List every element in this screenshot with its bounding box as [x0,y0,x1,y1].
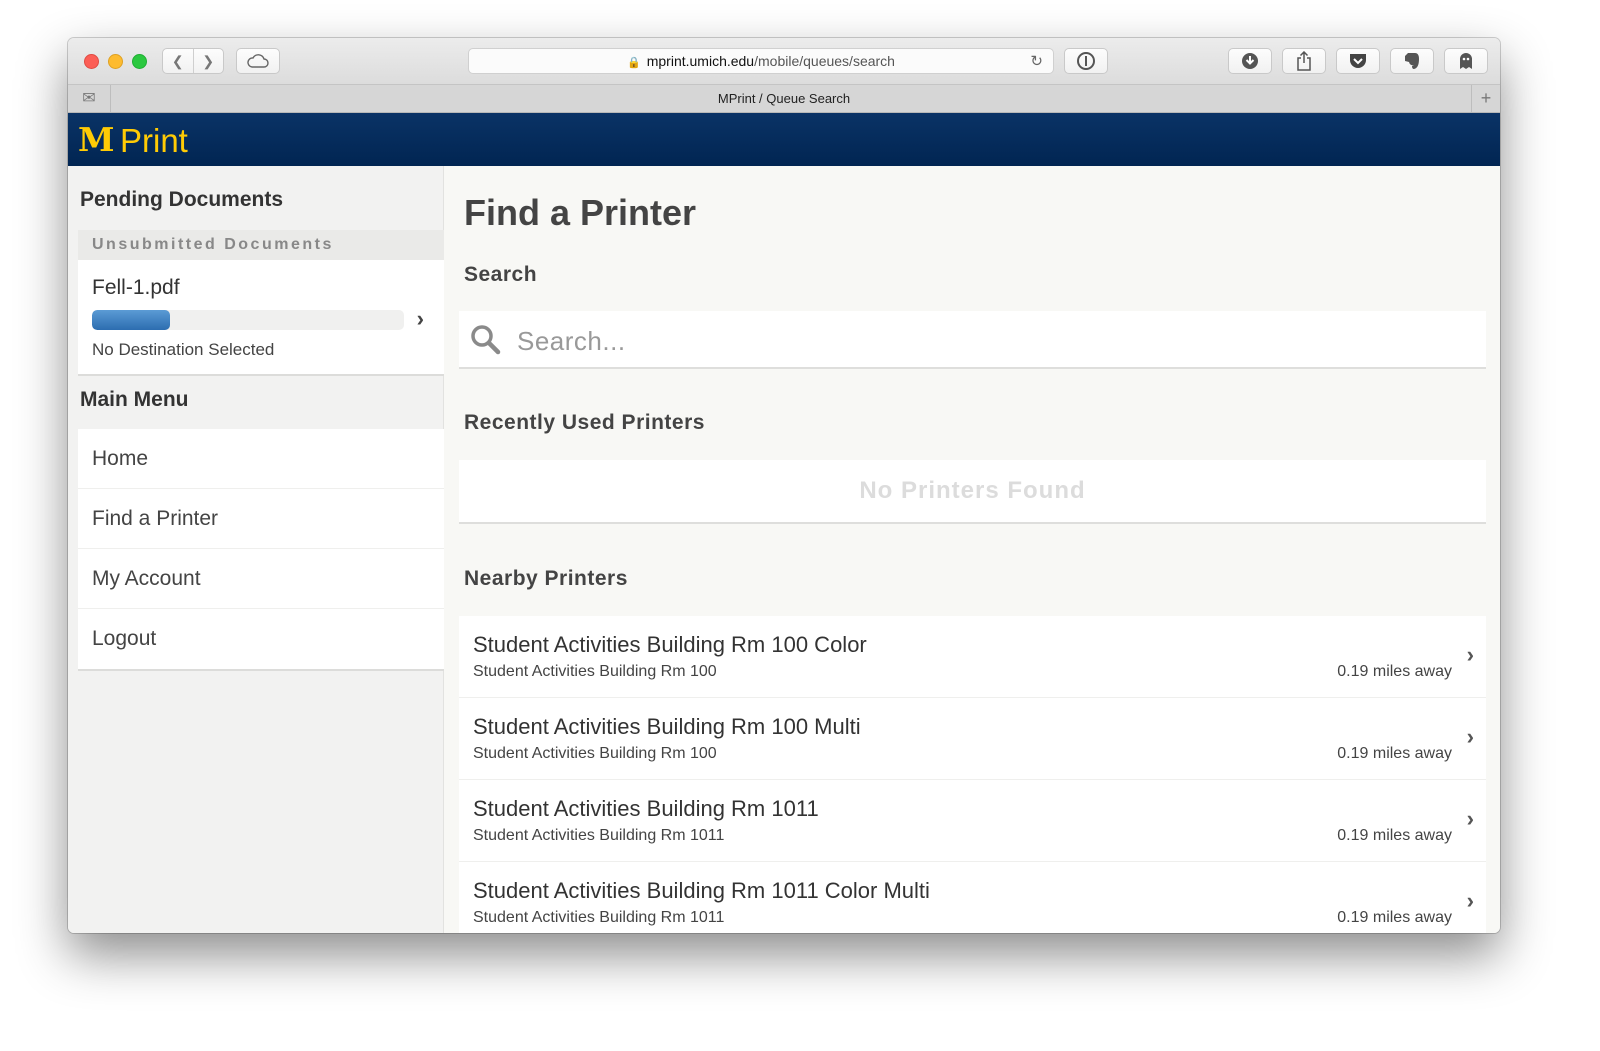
pending-documents-heading: Pending Documents [80,188,284,211]
minimize-window-button[interactable] [108,54,123,69]
printer-row[interactable]: Student Activities Building Rm 100 Multi… [459,698,1486,780]
browser-window: ❮ ❯ 🔒 mprint.umich.edu/mobile/queues/sear… [68,38,1500,933]
printer-name: Student Activities Building Rm 1011 Colo… [473,878,930,903]
page-title: Find a Printer [464,192,697,233]
main-content: Find a Printer Search Recently Used Prin… [444,166,1500,933]
icloud-tabs-button[interactable] [236,48,280,74]
progress-fill [92,310,170,330]
info-circle-icon [1077,52,1095,70]
evernote-icon [1405,53,1419,69]
search-icon [471,325,501,355]
cloud-icon [247,54,269,68]
close-window-button[interactable] [84,54,99,69]
tab-bar: ✉ MPrint / Queue Search + [68,85,1500,113]
printer-location: Student Activities Building Rm 100 [473,663,717,680]
nearby-printers-list: Student Activities Building Rm 100 Color… [459,616,1486,933]
printer-name: Student Activities Building Rm 100 Multi [473,714,861,739]
printer-name: Student Activities Building Rm 1011 [473,796,819,821]
printer-distance: 0.19 miles away [1337,663,1452,680]
logo-block-m[interactable]: M [78,120,115,159]
ghost-icon [1460,53,1472,69]
document-name: Fell-1.pdf [92,276,180,299]
nearby-printers-heading: Nearby Printers [464,567,628,590]
search-box [459,311,1486,369]
search-input[interactable] [515,321,1459,361]
zoom-window-button[interactable] [132,54,147,69]
new-tab-button[interactable]: + [1471,85,1500,112]
history-nav: ❮ ❯ [162,48,224,74]
url-host: mprint.umich.edu [646,53,755,69]
no-printers-message: No Printers Found [459,460,1486,524]
chevron-right-icon: › [1466,724,1474,749]
menu-item-home[interactable]: Home [78,429,444,489]
printer-location: Student Activities Building Rm 1011 [473,909,725,926]
back-icon[interactable]: ❮ [163,49,194,73]
printer-row[interactable]: Student Activities Building Rm 1011 Colo… [459,862,1486,933]
password-manager-button[interactable] [1064,48,1108,74]
plus-icon: + [1480,88,1492,108]
browser-toolbar: ❮ ❯ 🔒 mprint.umich.edu/mobile/queues/sear… [68,38,1500,85]
menu-item-logout[interactable]: Logout [78,609,444,669]
menu-item-my-account[interactable]: My Account [78,549,444,609]
lock-icon: 🔒 [627,57,641,69]
share-icon [1297,51,1311,71]
search-heading: Search [464,263,538,286]
printer-row[interactable]: Student Activities Building Rm 100 Color… [459,616,1486,698]
unsubmitted-documents-label: Unsubmitted Documents [78,230,444,260]
menu-item-find-a-printer[interactable]: Find a Printer [78,489,444,549]
url-path: /mobile/queues/search [754,53,895,69]
printer-distance: 0.19 miles away [1337,827,1452,844]
document-progress-bar [92,310,404,330]
printer-location: Student Activities Building Rm 1011 [473,827,725,844]
printer-distance: 0.19 miles away [1337,745,1452,762]
pocket-icon [1350,54,1366,68]
ghostery-button[interactable] [1444,48,1488,74]
main-menu: Home Find a Printer My Account Logout [78,429,444,671]
pending-document-card[interactable]: Fell-1.pdf › No Destination Selected [78,260,444,376]
recently-used-heading: Recently Used Printers [464,411,705,434]
printer-name: Student Activities Building Rm 100 Color [473,632,867,657]
printer-location: Student Activities Building Rm 100 [473,745,717,762]
pocket-button[interactable] [1336,48,1380,74]
envelope-icon: ✉ [82,90,96,107]
sidebar: Pending Documents Unsubmitted Documents … [68,166,444,933]
pinned-tab-mail[interactable]: ✉ [68,85,111,112]
reload-icon[interactable]: ↻ [1030,49,1043,74]
printer-distance: 0.19 miles away [1337,909,1452,926]
main-menu-heading: Main Menu [80,388,189,411]
downloads-button[interactable] [1228,48,1272,74]
document-destination: No Destination Selected [92,340,275,359]
printer-row[interactable]: Student Activities Building Rm 1011 Stud… [459,780,1486,862]
share-button[interactable] [1282,48,1326,74]
evernote-button[interactable] [1390,48,1434,74]
chevron-right-icon: › [1466,806,1474,831]
app-header: M Print [68,113,1500,166]
logo-text[interactable]: Print [120,122,188,160]
download-icon [1242,53,1258,69]
forward-icon[interactable]: ❯ [194,49,224,73]
chevron-right-icon: › [1466,642,1474,667]
chevron-right-icon: › [416,306,424,331]
chevron-right-icon: › [1466,888,1474,913]
active-tab-title[interactable]: MPrint / Queue Search [718,91,850,106]
address-bar[interactable]: 🔒 mprint.umich.edu/mobile/queues/search ↻ [468,48,1054,74]
